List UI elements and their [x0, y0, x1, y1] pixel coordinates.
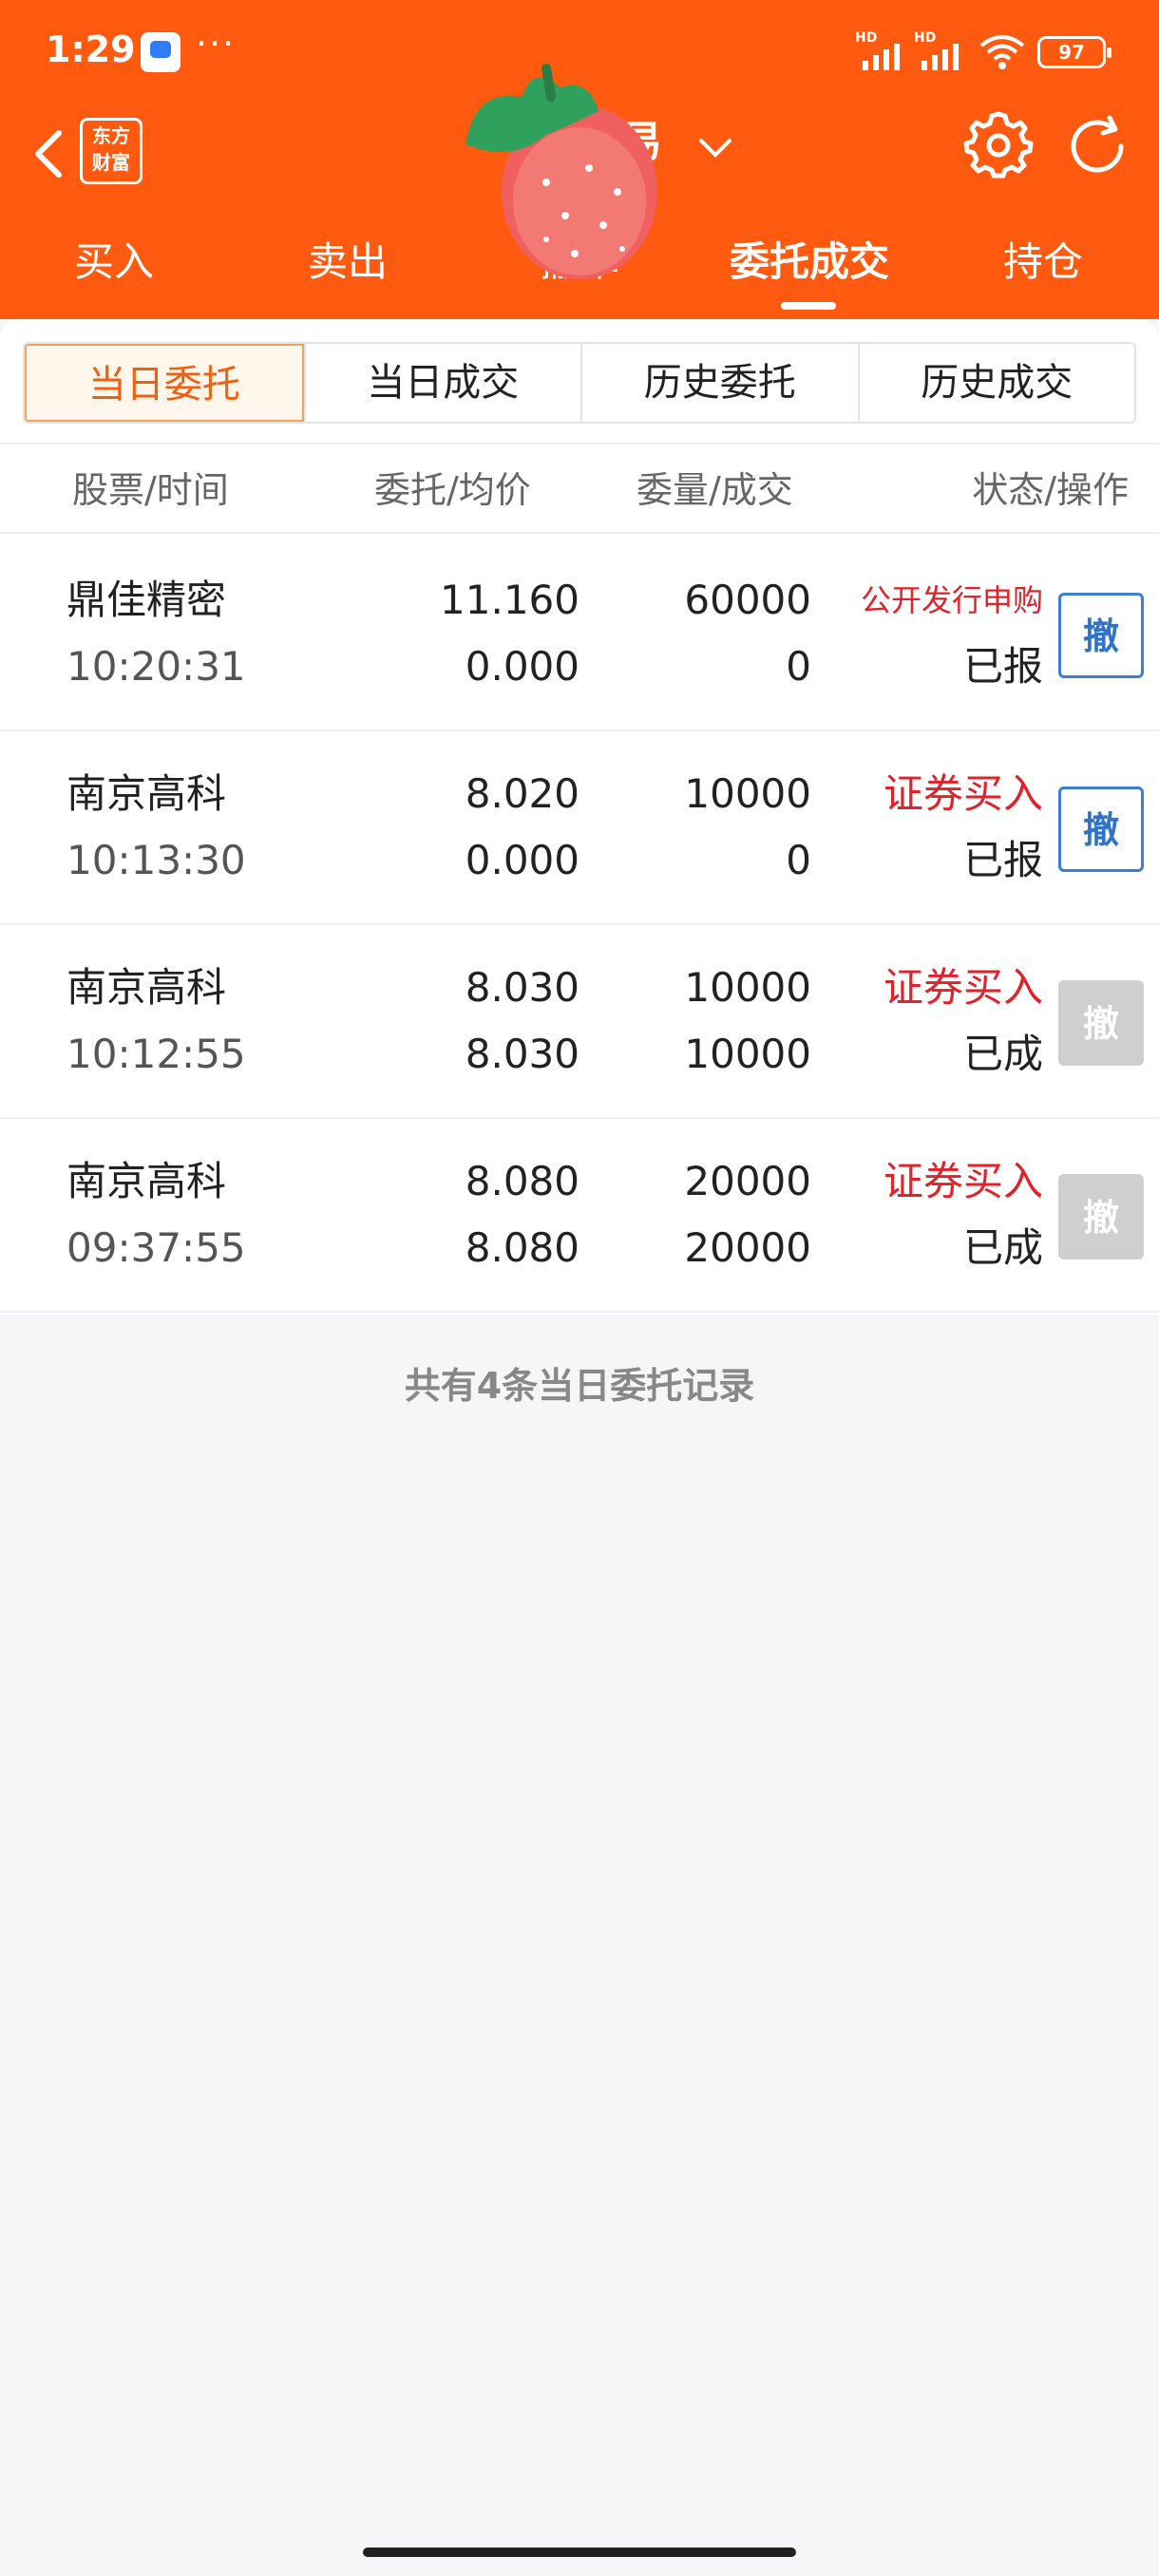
deal-qty: 0 [786, 837, 811, 883]
signal-1-icon: HD [855, 28, 910, 70]
order-qty: 60000 [684, 577, 811, 623]
operation-type: 证券买入 [883, 964, 1043, 1011]
eastmoney-logo: 东方 财富 [80, 118, 142, 184]
cancel-order-button[interactable]: 撤 [1058, 786, 1144, 872]
home-indicator[interactable] [363, 2548, 796, 2557]
wifi-icon [979, 35, 1025, 69]
order-qty: 10000 [684, 770, 811, 817]
operation-type: 证券买入 [883, 770, 1043, 817]
order-status: 已报 [962, 837, 1043, 883]
refresh-icon[interactable] [1062, 110, 1134, 182]
table-row[interactable]: 南京高科 09:37:55 8.080 8.080 20000 20000 证券… [0, 1119, 1159, 1313]
back-arrow-icon[interactable] [21, 116, 78, 192]
segment-today-deals[interactable]: 当日成交 [303, 344, 581, 422]
order-status: 已报 [962, 643, 1043, 690]
active-tab-indicator [781, 302, 836, 310]
app-notification-icon [141, 32, 180, 72]
orders-card: 当日委托 当日成交 历史委托 历史成交 股票/时间 委托/均价 委量/成交 状态… [0, 319, 1159, 1315]
cancel-order-button-disabled: 撤 [1058, 980, 1144, 1066]
record-count-note: 共有4条当日委托记录 [404, 1365, 755, 1407]
segment-today-orders[interactable]: 当日委托 [25, 344, 304, 422]
tab-buy[interactable]: 买入 [19, 234, 209, 291]
avg-price: 8.080 [465, 1224, 580, 1271]
tab-positions[interactable]: 持仓 [948, 234, 1138, 291]
avg-price: 0.000 [465, 643, 580, 690]
deal-qty: 0 [786, 643, 811, 690]
battery-indicator: 97 [1037, 36, 1112, 68]
signal-2-icon: HD [914, 28, 969, 70]
tab-orders-deals[interactable]: 委托成交 [714, 234, 904, 291]
chevron-down-icon[interactable] [694, 129, 737, 167]
cancel-order-button[interactable]: 撤 [1058, 593, 1144, 678]
cancel-order-button-disabled: 撤 [1058, 1174, 1144, 1260]
col-price-avg: 委托/均价 [374, 469, 531, 511]
segment-history-orders[interactable]: 历史委托 [580, 344, 858, 422]
order-price: 8.020 [465, 770, 580, 817]
table-row[interactable]: 鼎佳精密 10:20:31 11.160 0.000 60000 0 公开发行申… [0, 538, 1159, 731]
order-time: 09:37:55 [66, 1224, 246, 1271]
segment-history-deals[interactable]: 历史成交 [857, 344, 1135, 422]
status-time: 1:29 [46, 28, 136, 70]
stock-name: 南京高科 [66, 770, 227, 817]
col-qty-deal: 委量/成交 [636, 469, 793, 511]
stock-name: 鼎佳精密 [66, 577, 227, 623]
order-qty: 10000 [684, 964, 811, 1011]
gear-icon[interactable] [963, 108, 1034, 179]
order-status: 已成 [962, 1224, 1043, 1271]
order-price: 8.030 [465, 964, 580, 1011]
operation-type: 证券买入 [883, 1158, 1043, 1204]
table-row[interactable]: 南京高科 10:12:55 8.030 8.030 10000 10000 证券… [0, 925, 1159, 1119]
order-status: 已成 [962, 1031, 1043, 1077]
avg-price: 8.030 [465, 1031, 580, 1077]
stock-name: 南京高科 [66, 964, 227, 1011]
tab-sell[interactable]: 卖出 [253, 234, 443, 291]
deal-qty: 20000 [684, 1224, 811, 1271]
col-stock-time: 股票/时间 [72, 469, 229, 511]
order-qty: 20000 [684, 1158, 811, 1204]
col-status-op: 状态/操作 [972, 469, 1129, 511]
order-time: 10:12:55 [66, 1031, 246, 1077]
order-price: 11.160 [440, 577, 580, 623]
strawberry-sticker-icon [466, 64, 657, 279]
header: 1:29 ··· HD HD 97 东方 财富 易 [0, 0, 1159, 319]
content-area: 当日委托 当日成交 历史委托 历史成交 股票/时间 委托/均价 委量/成交 状态… [0, 319, 1159, 2576]
table-row[interactable]: 南京高科 10:13:30 8.020 0.000 10000 0 证券买入 已… [0, 731, 1159, 925]
logo-line-1: 东方 [92, 124, 130, 147]
avg-price: 0.000 [465, 837, 580, 883]
status-more: ··· [196, 23, 237, 65]
order-segment-control: 当日委托 当日成交 历史委托 历史成交 [23, 342, 1136, 424]
table-header: 股票/时间 委托/均价 委量/成交 状态/操作 [0, 443, 1159, 534]
stock-name: 南京高科 [66, 1158, 227, 1204]
deal-qty: 10000 [684, 1031, 811, 1077]
order-time: 10:20:31 [66, 643, 246, 690]
order-time: 10:13:30 [66, 837, 246, 883]
order-price: 8.080 [465, 1158, 580, 1204]
logo-line-2: 财富 [92, 151, 130, 174]
operation-type: 公开发行申购 [860, 582, 1043, 618]
